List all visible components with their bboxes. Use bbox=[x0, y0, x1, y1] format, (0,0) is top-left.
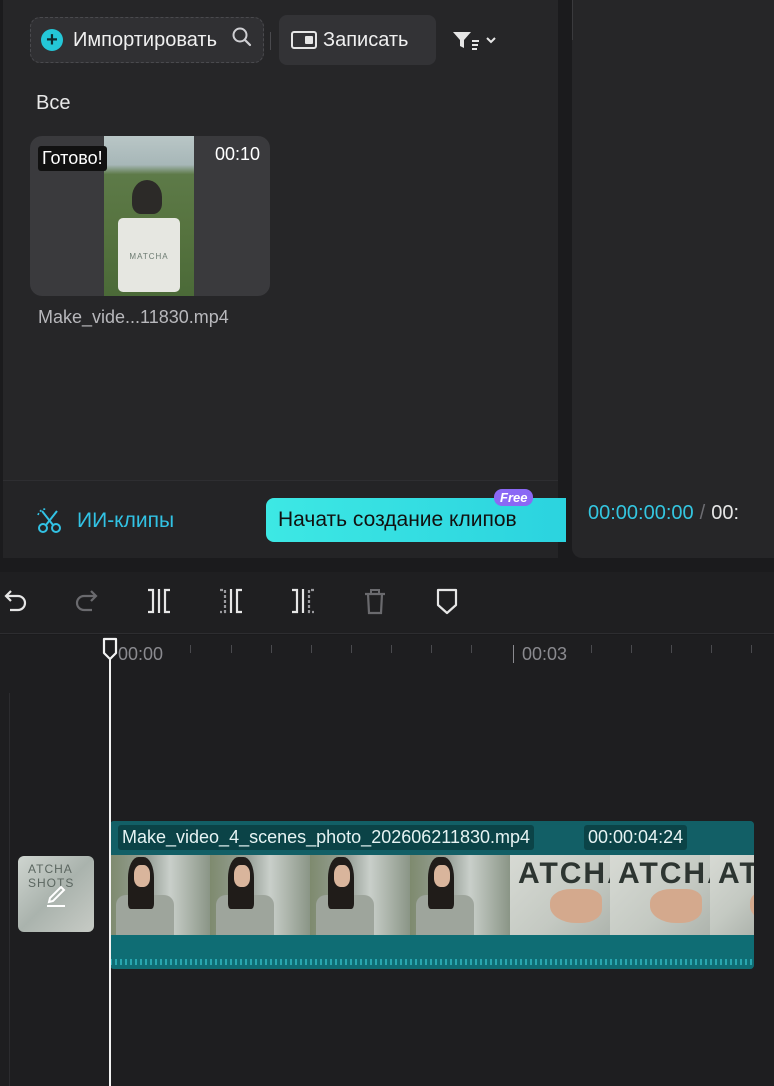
undo-icon[interactable] bbox=[0, 586, 30, 616]
ruler-tick bbox=[431, 645, 432, 653]
media-panel: + Импортировать Записать Все MATCHA Гото… bbox=[0, 0, 566, 558]
current-time: 00:00:00:00 bbox=[588, 502, 694, 524]
ruler-tick bbox=[471, 645, 472, 653]
thumbnail-person bbox=[132, 180, 162, 214]
ai-clips-label: ИИ-клипы bbox=[77, 509, 175, 532]
ai-scissors-icon bbox=[37, 508, 61, 533]
media-filename: Make_vide...11830.mp4 bbox=[38, 307, 229, 327]
clip-frame: ATCHA bbox=[710, 855, 754, 935]
ruler-tick bbox=[631, 645, 632, 653]
playhead-handle[interactable] bbox=[101, 637, 119, 661]
redo-icon[interactable] bbox=[72, 586, 102, 616]
split-right-icon[interactable] bbox=[288, 586, 318, 616]
total-time: 00: bbox=[711, 502, 740, 524]
video-clip[interactable]: Make_video_4_scenes_photo_202606211830.m… bbox=[110, 821, 754, 969]
clip-name: Make_video_4_scenes_photo_202606211830.m… bbox=[118, 825, 534, 850]
import-label: Импортировать bbox=[73, 28, 218, 51]
ruler-tick bbox=[391, 645, 392, 653]
time-separator: / bbox=[699, 502, 706, 524]
chevron-down-icon bbox=[486, 37, 496, 44]
ruler-tick bbox=[311, 645, 312, 653]
clip-frame bbox=[210, 855, 310, 935]
thumbnail-box-text: MATCHA bbox=[129, 252, 169, 261]
clip-frames: ATCHA ATCHA ATCHA bbox=[110, 855, 754, 935]
duration-badge: 00:10 bbox=[214, 144, 260, 164]
edit-toolbar bbox=[0, 572, 774, 634]
playhead-line[interactable] bbox=[109, 657, 111, 1086]
media-item[interactable]: MATCHA Готово! 00:10 bbox=[30, 136, 270, 296]
media-toolbar: + Импортировать Записать bbox=[3, 14, 558, 66]
free-badge: Free bbox=[494, 489, 534, 506]
record-screen-icon bbox=[291, 31, 317, 49]
clip-duration: 00:00:04:24 bbox=[584, 825, 688, 850]
ruler-tick bbox=[751, 645, 752, 653]
record-label: Записать bbox=[323, 28, 409, 51]
ruler-tick bbox=[711, 645, 712, 653]
media-category-all[interactable]: Все bbox=[36, 92, 70, 115]
player-divider bbox=[572, 0, 573, 40]
timeline[interactable]: 00:00 00:03 ATCHA SHOTS Make_video_4_sce… bbox=[0, 635, 774, 1086]
audio-waveform bbox=[110, 959, 754, 965]
media-thumbnail: MATCHA bbox=[104, 136, 194, 296]
ruler-tick bbox=[271, 645, 272, 653]
track-divider bbox=[9, 693, 10, 1086]
trash-icon[interactable] bbox=[360, 586, 390, 616]
ruler-tick bbox=[231, 645, 232, 653]
clip-frame: ATCHA bbox=[610, 855, 710, 935]
record-button[interactable]: Записать bbox=[279, 15, 436, 65]
clip-header: Make_video_4_scenes_photo_202606211830.m… bbox=[110, 821, 754, 855]
clip-frame bbox=[310, 855, 410, 935]
import-button[interactable]: + Импортировать bbox=[30, 17, 264, 63]
clip-frame-text: ATCHA bbox=[618, 857, 710, 890]
pencil-icon bbox=[47, 885, 66, 907]
plus-circle-icon: + bbox=[41, 29, 63, 51]
ruler-label: 00:00 bbox=[118, 644, 164, 664]
marker-icon[interactable] bbox=[432, 586, 462, 616]
filter-icon bbox=[453, 32, 479, 50]
ruler-label: 00:03 bbox=[522, 644, 568, 664]
ruler-tick bbox=[351, 645, 352, 653]
clip-frame bbox=[410, 855, 510, 935]
clip-frame bbox=[110, 855, 210, 935]
ruler-tick bbox=[190, 645, 191, 653]
cover-thumbnail[interactable]: ATCHA SHOTS bbox=[18, 856, 94, 932]
split-left-icon[interactable] bbox=[216, 586, 246, 616]
ai-clips-bar: ИИ-клипы Начать создание клипов Free bbox=[3, 480, 566, 558]
search-icon[interactable] bbox=[231, 26, 253, 48]
thumbnail-box: MATCHA bbox=[118, 218, 180, 292]
ruler-tick bbox=[591, 645, 592, 653]
ruler-tick-major bbox=[513, 645, 514, 663]
player-panel: 00:00:00:00/00: bbox=[572, 0, 774, 558]
clip-frame: ATCHA bbox=[510, 855, 610, 935]
toolbar-divider bbox=[270, 32, 271, 50]
player-timecode: 00:00:00:00/00: bbox=[588, 502, 739, 525]
split-icon[interactable] bbox=[144, 586, 174, 616]
clip-audio-strip bbox=[110, 935, 754, 969]
clip-frame-text: ATCHA bbox=[518, 857, 610, 890]
ruler-tick bbox=[671, 645, 672, 653]
status-badge: Готово! bbox=[38, 146, 107, 171]
clip-frame-text: ATCHA bbox=[718, 857, 754, 890]
filter-button[interactable] bbox=[451, 26, 503, 54]
ai-clips-tab[interactable]: ИИ-клипы bbox=[35, 507, 174, 535]
